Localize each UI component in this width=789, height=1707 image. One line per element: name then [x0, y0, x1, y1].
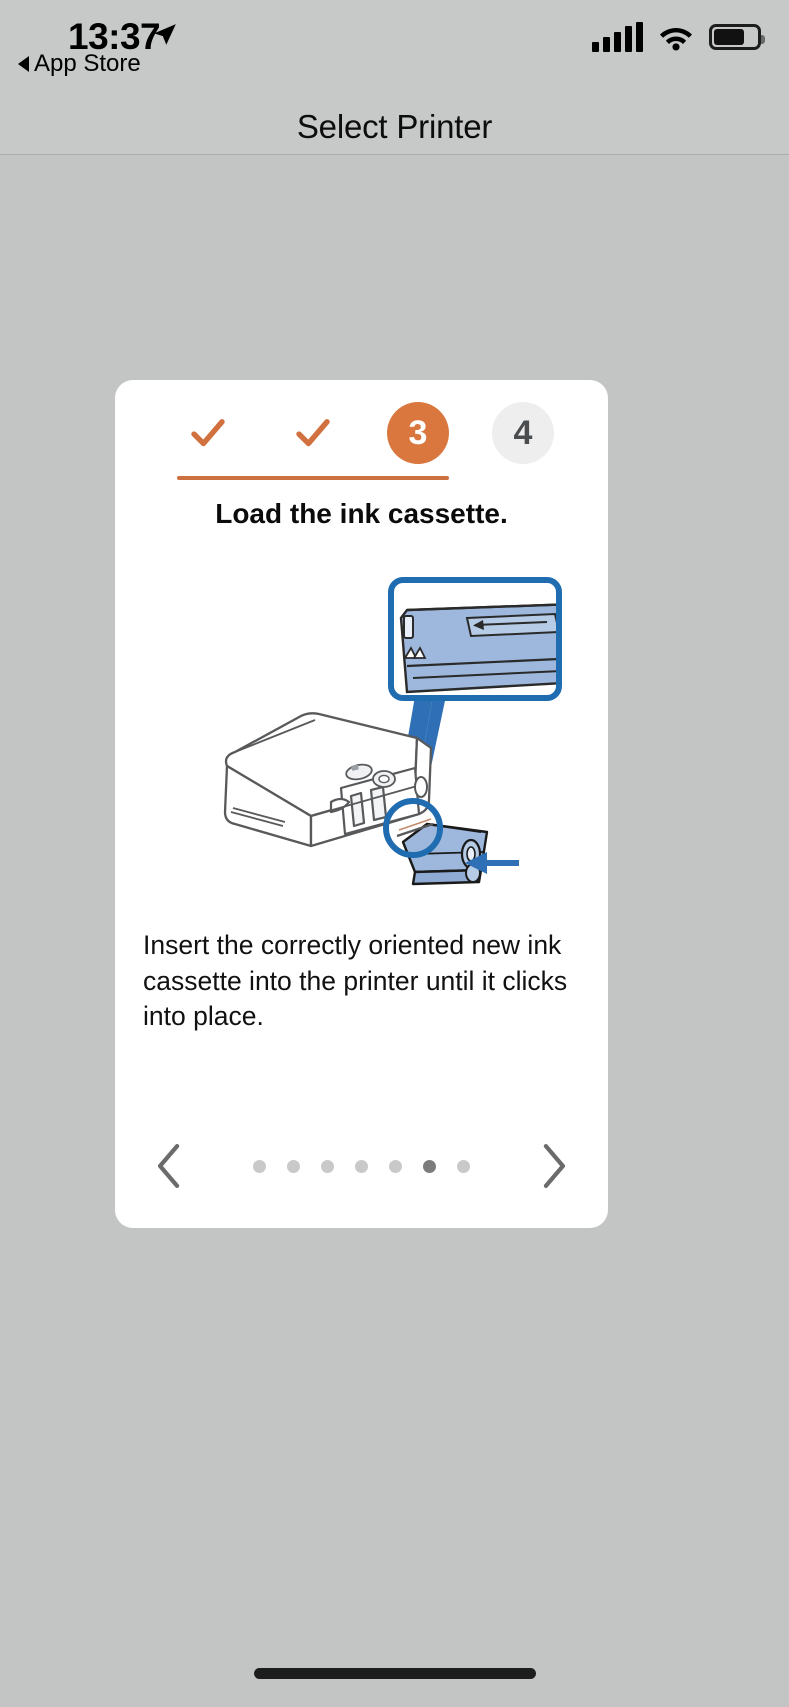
pagination-dot[interactable]	[253, 1159, 266, 1173]
back-triangle-icon	[18, 56, 29, 72]
callout-box	[388, 577, 562, 701]
step-4-label: 4	[513, 413, 533, 452]
status-bar: 13:37 App Store	[0, 0, 789, 100]
back-label: App Store	[34, 50, 141, 77]
pagination-dot[interactable]	[321, 1159, 334, 1173]
card-navigation	[115, 1136, 608, 1196]
step-3-current[interactable]: 3	[387, 402, 449, 464]
printer-ink-cassette-illustration	[115, 570, 608, 900]
pagination-dot-active[interactable]	[423, 1159, 436, 1173]
back-to-app-store-button[interactable]: App Store	[18, 50, 141, 78]
home-indicator[interactable]	[253, 1668, 536, 1679]
instruction-text: Insert the correctly oriented new ink ca…	[143, 930, 568, 1031]
page-title: Select Printer	[296, 108, 493, 145]
stepper-progress-line	[177, 476, 449, 480]
card-title: Load the ink cassette.	[215, 498, 508, 529]
location-arrow-icon	[154, 24, 176, 45]
pagination-dot[interactable]	[287, 1159, 300, 1173]
cellular-signal-icon	[592, 22, 643, 52]
status-indicators	[592, 22, 765, 52]
pagination-dot[interactable]	[355, 1159, 368, 1173]
stepper: 3 4	[115, 380, 608, 490]
step-4-upcoming[interactable]: 4	[492, 402, 554, 464]
pagination-dots	[253, 1159, 470, 1173]
chevron-right-icon[interactable]	[536, 1141, 570, 1191]
chevron-left-icon[interactable]	[153, 1141, 187, 1191]
step-1-complete[interactable]	[177, 402, 239, 464]
step-3-label: 3	[408, 413, 428, 452]
check-icon	[191, 419, 225, 447]
pagination-dot[interactable]	[389, 1159, 402, 1173]
nav-bar: Select Printer	[0, 100, 789, 155]
wifi-icon	[659, 27, 693, 51]
pagination-dot[interactable]	[457, 1159, 470, 1173]
step-2-complete[interactable]	[282, 402, 344, 464]
battery-icon	[709, 24, 765, 50]
check-icon	[296, 419, 330, 447]
instruction-card: 3 4 Load the ink cassette. Insert the co…	[115, 380, 608, 1228]
